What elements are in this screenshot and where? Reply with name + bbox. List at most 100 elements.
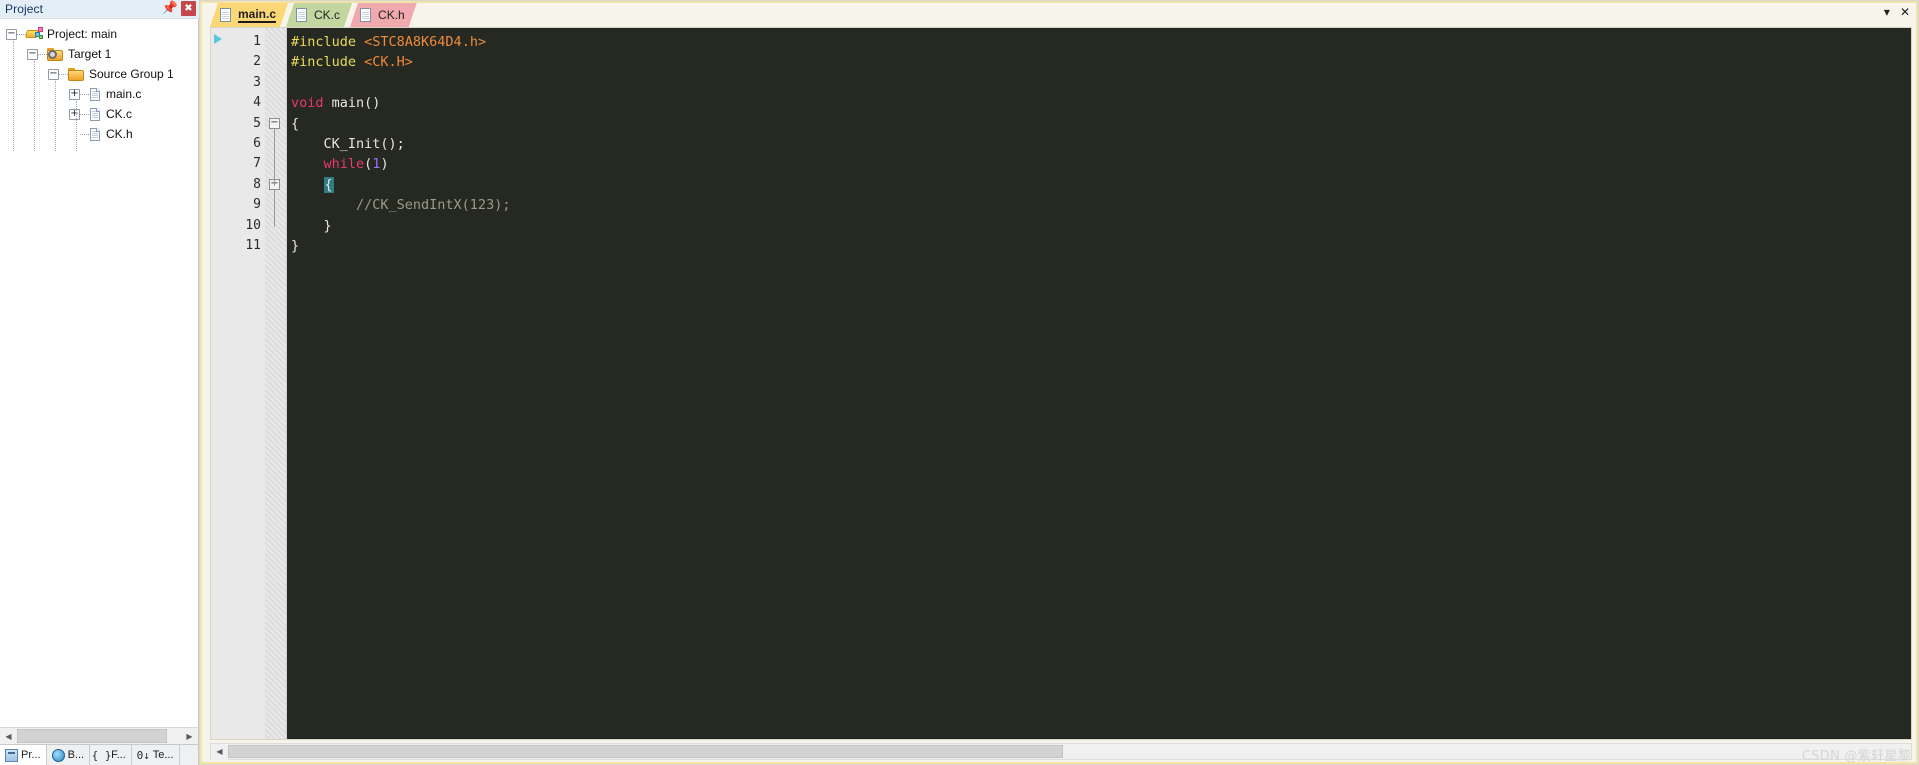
tree-guide-line [13, 41, 14, 151]
code-token-txt: ) [380, 156, 389, 173]
code-token-inc: <CK.H> [364, 54, 413, 71]
tree-guide-line [76, 101, 77, 151]
code-line[interactable]: } [289, 216, 1911, 236]
project-tree[interactable]: − Project: main − Target 1− Source Group 1 + m… [0, 19, 199, 727]
code-token-key: void [291, 95, 324, 112]
tree-connector [38, 53, 47, 55]
code-token-brace: { [323, 176, 334, 193]
project-icon [25, 27, 43, 41]
minimize-icon[interactable]: ▾ [1884, 6, 1890, 18]
books-view-icon [51, 748, 65, 762]
view-tab-label: Te... [152, 749, 174, 761]
code-token-txt: CK_Init(); [291, 135, 405, 152]
editor-tab-label: CK.c [314, 8, 341, 22]
code-text[interactable]: #include <STC8A8K64D4.h> #include <CK.H> … [287, 28, 1911, 739]
code-token-txt: { [291, 115, 300, 132]
code-line[interactable]: { [289, 175, 1911, 195]
editor-tab-label: main.c [238, 7, 277, 21]
code-folding-column[interactable]: − − [265, 28, 287, 739]
scroll-track[interactable] [228, 744, 1911, 759]
tree-connector [80, 93, 89, 95]
code-line[interactable]: while(1) [289, 154, 1911, 174]
code-line[interactable] [289, 73, 1911, 93]
tree-item-label: Target 1 [68, 47, 112, 61]
collapse-icon[interactable]: − [6, 28, 17, 40]
view-tab-f[interactable]: { } F... [90, 745, 132, 765]
file-icon [296, 8, 308, 22]
fold-connector [274, 189, 275, 227]
scroll-right-arrow-icon[interactable]: ▶ [181, 728, 198, 744]
scroll-thumb[interactable] [228, 745, 1063, 758]
target-folder-icon [47, 47, 64, 61]
code-line[interactable]: //CK_SendIntX(123); [289, 195, 1911, 215]
file-icon [360, 8, 372, 22]
tree-guide-line [34, 61, 35, 151]
view-tab-pr[interactable]: Pr... [0, 745, 47, 765]
scroll-thumb[interactable] [17, 729, 167, 743]
mdi-window-controls: ▾ ✕ [1884, 6, 1910, 18]
code-line[interactable]: CK_Init(); [289, 134, 1911, 154]
tree-item-label: Source Group 1 [89, 67, 174, 81]
close-icon[interactable]: ✕ [1900, 6, 1910, 18]
functions-view-icon: { } [91, 748, 112, 762]
fold-connector [274, 128, 275, 186]
editor-tab-ck-c[interactable]: CK.c [286, 3, 352, 27]
code-line[interactable]: #include <CK.H> [289, 52, 1911, 72]
project-tree-hscrollbar[interactable]: ◀ ▶ [0, 727, 199, 744]
h-file-icon [89, 127, 102, 142]
close-icon[interactable]: ✖ [181, 1, 196, 16]
bookmark-arrow-icon [214, 34, 222, 44]
tree-item-project-main[interactable]: − Project: main [6, 24, 198, 44]
fold-toggle-icon[interactable]: − [269, 117, 280, 129]
project-pane-title-bar: Project 📌 ✖ [0, 0, 199, 19]
tree-item-label: CK.c [106, 107, 133, 121]
mdi-frame: main.c CK.c CK.h ▾ ✕ 1 2 3 4 5 6 7 8 9 10 11 − − #inc… [200, 1, 1918, 764]
tree-connector [80, 113, 89, 115]
view-tab-b[interactable]: B... [46, 745, 91, 765]
collapse-icon[interactable]: − [27, 48, 38, 60]
scroll-left-arrow-icon[interactable]: ◀ [211, 743, 228, 760]
code-token-txt: main() [323, 95, 381, 112]
code-line[interactable]: #include <STC8A8K64D4.h> [289, 32, 1911, 52]
view-tab-label: F... [111, 749, 126, 761]
folder-icon [68, 67, 85, 81]
code-token-inc: <STC8A8K64D4.h> [364, 34, 487, 50]
bookmark-column[interactable] [211, 28, 227, 739]
code-token-cmt: //CK_SendIntX(123); [291, 197, 511, 214]
project-view-icon [5, 748, 18, 762]
view-tab-label: B... [67, 749, 85, 761]
project-pane: Project 📌 ✖ − Project: main − Target 1− Sour… [0, 0, 199, 765]
project-pane-buttons: 📌 ✖ [162, 1, 196, 16]
code-editor[interactable]: 1 2 3 4 5 6 7 8 9 10 11 − − #include <STC8A8K64D4.h… [210, 27, 1912, 740]
code-token-pre: #include [291, 34, 365, 50]
editor-tab-main-c[interactable]: main.c [210, 3, 288, 27]
c-file-icon [89, 87, 102, 102]
code-token-pre: #include [291, 54, 365, 71]
scroll-left-arrow-icon[interactable]: ◀ [0, 728, 17, 744]
tree-connector [17, 33, 26, 35]
project-tree-root: − Project: main − Target 1− Source Group 1 + m… [0, 19, 198, 144]
line-number-gutter: 1 2 3 4 5 6 7 8 9 10 11 − − [227, 28, 287, 739]
editor-area: main.c CK.c CK.h ▾ ✕ 1 2 3 4 5 6 7 8 9 10 11 − − #inc… [199, 0, 1919, 765]
file-icon [220, 8, 232, 22]
collapse-icon[interactable]: − [48, 68, 59, 80]
code-token-txt: } [291, 237, 300, 254]
code-line[interactable]: void main() [289, 93, 1911, 113]
templates-view-icon: 0↓ [136, 748, 150, 762]
tree-item-label: Project: main [47, 27, 118, 41]
code-line[interactable]: { [289, 114, 1911, 134]
expand-icon[interactable]: + [69, 88, 80, 100]
editor-hscrollbar[interactable]: ◀ [210, 743, 1912, 760]
editor-tab-ck-h[interactable]: CK.h [350, 3, 417, 27]
tree-item-label: CK.h [106, 127, 133, 141]
tree-connector [59, 73, 68, 75]
scroll-track[interactable] [17, 728, 181, 744]
code-line[interactable]: } [289, 236, 1911, 256]
code-token-key: while [323, 156, 365, 173]
view-tab-te[interactable]: 0↓ Te... [131, 745, 180, 765]
expand-icon[interactable]: + [69, 108, 80, 120]
pin-icon[interactable]: 📌 [162, 1, 178, 16]
view-tab-label: Pr... [21, 749, 41, 761]
